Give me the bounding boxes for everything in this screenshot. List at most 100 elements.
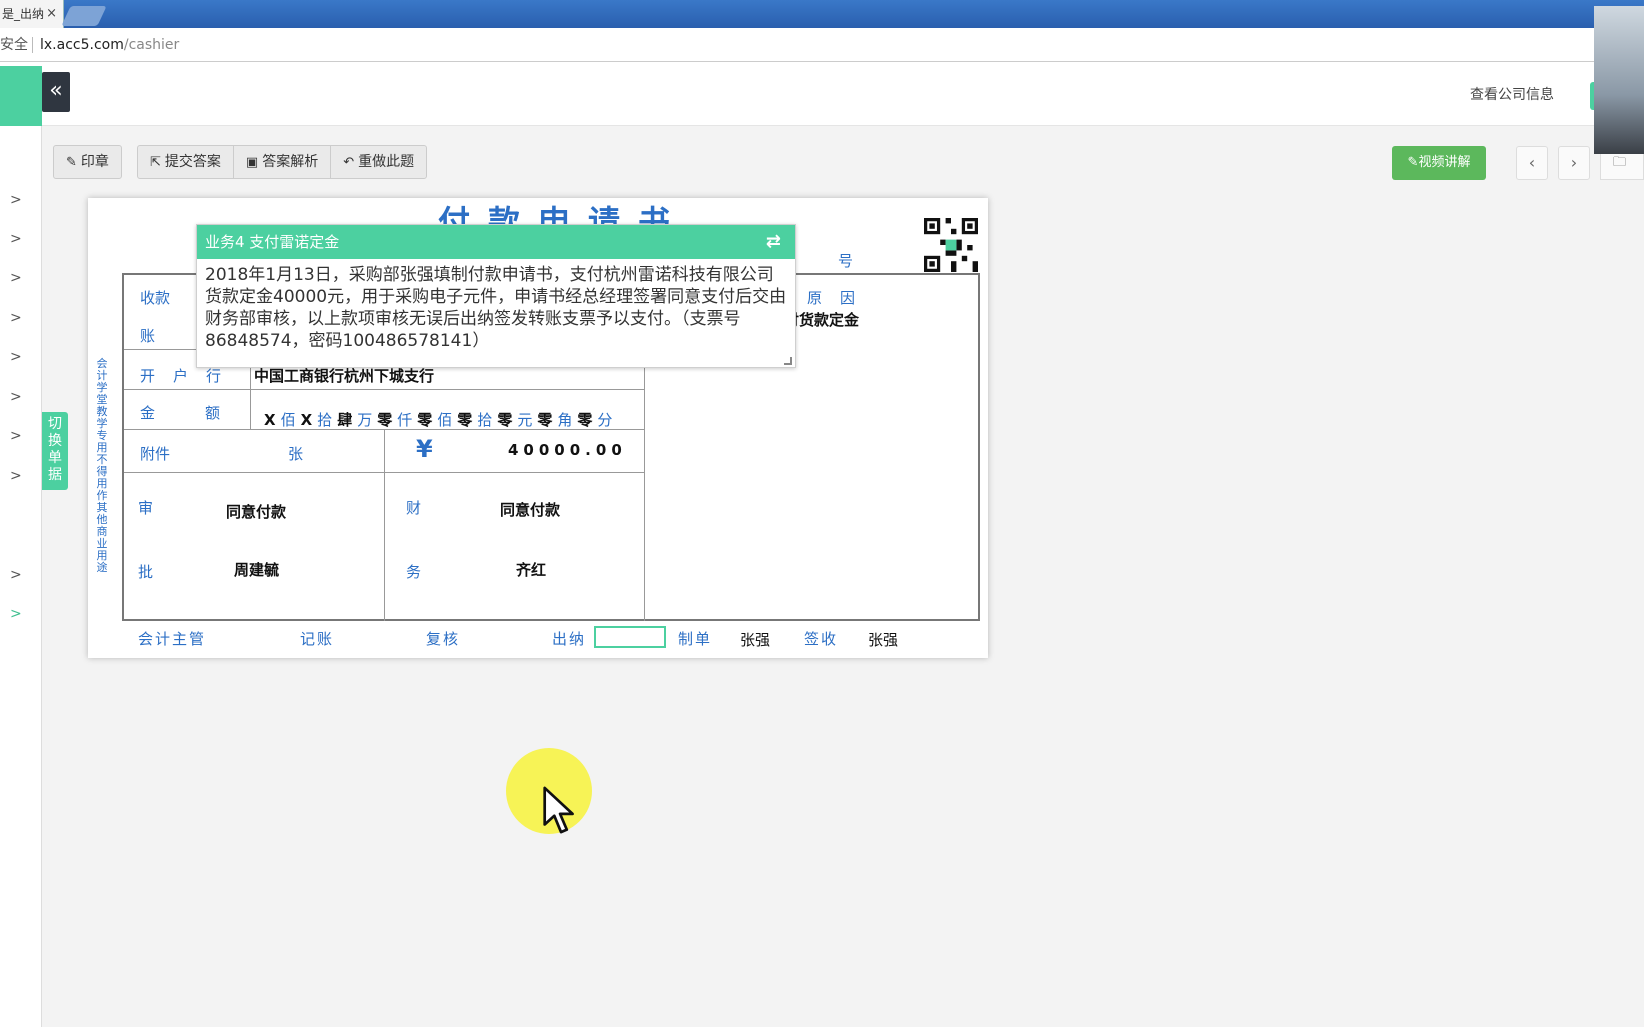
edit-icon: ✎ [66,155,77,170]
chevron-right-icon[interactable]: > [10,604,24,624]
task-title: 业务4 支付雷诺定金 [205,233,340,251]
redo-question-label: 重做此题 [358,154,415,170]
currency-symbol: ¥ [416,435,433,463]
company-info-link[interactable]: 查看公司信息 [1470,84,1554,104]
next-button[interactable]: › [1558,146,1590,180]
amount-digit: 零 [377,411,393,429]
chevron-right-icon[interactable]: > [10,565,24,585]
finance-label-2: 务 [406,563,422,581]
cashier-label: 出纳 [552,630,587,648]
number-label: 号 [838,252,854,270]
bank-value[interactable]: 中国工商银行杭州下城支行 [254,365,434,386]
swap-icon[interactable]: ⇄ [766,225,781,259]
review-label: 复核 [426,630,461,648]
video-explanation-label: 视频讲解 [1418,155,1471,170]
amount-unit: 仟 [397,411,413,429]
amount-digit: X [300,411,313,429]
task-description: 2018年1月13日，采购部张强填制付款申请书，支付杭州雷诺科技有限公司货款定金… [205,265,787,351]
chevron-right-icon[interactable]: > [10,426,24,446]
attachment-label: 附件 [140,445,171,463]
cashier-input[interactable] [594,626,666,648]
chevron-right-icon[interactable]: > [10,268,24,288]
answer-analysis-label: 答案解析 [262,154,319,170]
attachment-unit: 张 [288,445,304,463]
task-popup-header[interactable]: 业务4 支付雷诺定金 ⇄ [197,225,795,259]
finance-opinion[interactable]: 同意付款 [500,499,560,520]
amount-digit: 零 [537,411,553,429]
amount-unit: 元 [517,411,533,429]
maker-label: 制单 [678,630,713,648]
amount-digit: 零 [577,411,593,429]
cursor-icon [543,786,574,834]
pencil-icon: ✎ [1407,155,1419,170]
url-text[interactable]: lx.acc5.com/cashier [40,28,179,62]
submit-answer-label: 提交答案 [164,154,221,170]
switch-document-tab[interactable]: 切换单据 [42,412,68,490]
chevron-right-icon[interactable]: > [10,347,24,367]
video-explanation-button[interactable]: ✎视频讲解 [1392,146,1486,180]
chevron-right-icon[interactable]: > [10,190,24,210]
amount-numeric[interactable]: 40000.00 [508,441,627,459]
answer-button-group: ⇱ 提交答案 ▣ 答案解析 ↶ 重做此题 [137,145,428,179]
task-popup: 业务4 支付雷诺定金 ⇄ 2018年1月13日，采购部张强填制付款申请书，支付杭… [196,224,796,368]
amount-unit: 佰 [437,411,453,429]
receiver-label: 签收 [804,630,839,648]
chevron-right-icon[interactable]: > [10,308,24,328]
webcam-overlay [1594,6,1644,154]
maker-value[interactable]: 张强 [740,629,770,650]
redo-question-button[interactable]: ↶ 重做此题 [331,146,426,178]
security-label: 安全 [0,37,28,53]
side-watermark-note: 会计学堂教学专用不得用作其他商业用途 [96,357,108,574]
bank-label: 开户行 [140,367,240,385]
account-label: 账 [140,327,156,345]
browser-tab[interactable]: 是_出纳 × [0,0,64,28]
amount-label: 金额 [140,404,271,422]
browser-tab-title: 是_出纳 [2,7,45,21]
undo-icon: ↶ [343,155,355,170]
receiver-value[interactable]: 张强 [868,629,898,650]
logo [0,66,42,126]
signature-row: 会计主管 记账 复核 出纳 制单 张强 签收 张强 [88,618,988,654]
resize-handle[interactable] [784,357,792,365]
share-icon: ⇱ [150,155,161,170]
folder-icon: 🗀 [1613,155,1627,170]
stamp-button-group: ✎ 印章 [53,145,122,179]
finance-label-1: 财 [406,499,422,517]
amount-unit: 万 [357,411,373,429]
new-tab-button[interactable] [61,6,107,26]
amount-unit: 拾 [477,411,493,429]
amount-digit: 肆 [337,411,353,429]
amount-unit: 分 [597,411,613,429]
divider [32,37,33,53]
amount-unit: 拾 [317,411,333,429]
approver-name[interactable]: 周建毓 [234,559,279,580]
amount-digit: 零 [497,411,513,429]
browser-tab-bar: 是_出纳 × [0,0,1644,28]
amount-in-words[interactable]: X佰X拾肆万零仟零佰零拾零元零角零分 [264,409,617,430]
save-icon: ▣ [245,155,259,170]
prev-button[interactable]: ‹ [1516,146,1548,180]
finance-person[interactable]: 齐红 [516,559,546,580]
amount-unit: 角 [557,411,573,429]
close-icon[interactable]: × [46,0,57,28]
amount-digit: X [264,411,276,429]
sidebar: > > > > > > > > > > [0,126,42,1027]
approve-opinion[interactable]: 同意付款 [226,501,286,522]
approve-label-1: 审 [138,499,154,517]
url-path: /cashier [123,37,180,53]
bookkeeping-label: 记账 [300,630,335,648]
supervisor-label: 会计主管 [138,630,207,648]
stamp-button[interactable]: ✎ 印章 [54,146,121,178]
chevron-right-icon[interactable]: > [10,229,24,249]
stamp-label: 印章 [80,154,109,170]
chevron-right-icon[interactable]: > [10,466,24,486]
address-bar[interactable]: 安全 lx.acc5.com/cashier [0,28,1644,62]
collapse-sidebar-button[interactable]: « [42,72,70,112]
answer-analysis-button[interactable]: ▣ 答案解析 [234,146,332,178]
approve-label-2: 批 [138,563,154,581]
payee-label: 收款 [140,289,171,307]
amount-digit: 零 [417,411,433,429]
url-host: lx.acc5.com [40,37,124,53]
submit-answer-button[interactable]: ⇱ 提交答案 [138,146,234,178]
chevron-right-icon[interactable]: > [10,387,24,407]
